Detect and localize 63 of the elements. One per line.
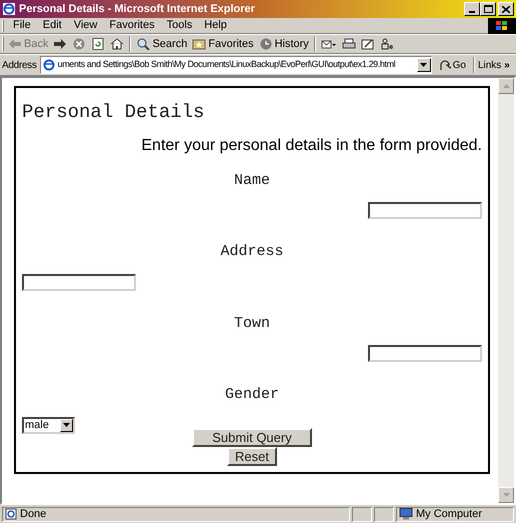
menu-item[interactable]: Favorites: [104, 17, 160, 34]
gender-select[interactable]: male: [22, 416, 75, 434]
caret-icon: [502, 493, 510, 497]
scroll-up-button[interactable]: [498, 78, 514, 94]
dropdown-button[interactable]: [416, 58, 431, 72]
house-button[interactable]: [110, 38, 124, 50]
menu-item[interactable]: File: [8, 17, 36, 34]
menu-item[interactable]: Tools: [162, 17, 198, 34]
back-arrow-icon: [8, 38, 22, 50]
address-field[interactable]: uments and Settings\Bob Smith\My Documents\LinuxBackup\EvoPerl\GUI\output\ex1.29.html: [40, 56, 432, 74]
field-label: Town: [234, 314, 270, 334]
go-button[interactable]: Go: [438, 58, 466, 72]
field-label: Name: [234, 170, 270, 190]
address-label: Address: [2, 58, 37, 72]
page-heading: Personal Details: [22, 100, 206, 125]
people-button[interactable]: [380, 38, 394, 50]
intro-text: Enter your personal details in the form provided.: [141, 136, 482, 156]
star-folder-icon: [192, 38, 206, 50]
text-field[interactable]: [22, 274, 136, 290]
window-title: Personal Details - Microsoft Internet Explorer: [19, 2, 256, 17]
security-zone-text: My Computer: [416, 506, 482, 522]
menu-item[interactable]: View: [68, 17, 102, 34]
caret-icon: [63, 423, 70, 427]
printer-button[interactable]: [342, 38, 356, 50]
pencil-page-button[interactable]: [360, 38, 375, 50]
dropdown-button[interactable]: [60, 418, 73, 432]
address-text: uments and Settings\Bob Smith\My Documents\LinuxBackup\EvoPerl\GUI\output\ex1.29.html: [58, 58, 396, 72]
menu-item[interactable]: Edit: [38, 17, 67, 34]
text-field[interactable]: [368, 202, 482, 219]
windows-logo-icon: [488, 18, 516, 34]
refresh-button[interactable]: [91, 38, 106, 50]
status-pane: [374, 506, 394, 522]
caret-icon: [420, 63, 428, 67]
submit-button[interactable]: Submit Query: [192, 428, 312, 446]
browser-logo-icon: [2, 2, 16, 16]
field-label: Address: [220, 242, 284, 262]
links-button[interactable]: Links: [478, 58, 502, 72]
reset-button[interactable]: Reset: [227, 446, 277, 466]
text-field[interactable]: [368, 345, 482, 362]
maximize-icon: [484, 5, 492, 13]
status-text: Done: [20, 506, 46, 522]
maximize-button[interactable]: [480, 2, 496, 16]
clock-icon: [258, 38, 273, 50]
field-label: Gender: [224, 385, 279, 405]
more-button[interactable]: »: [504, 58, 510, 72]
page-icon: [5, 508, 17, 520]
scroll-down-button[interactable]: [498, 487, 514, 503]
toolbar-button[interactable]: Search: [136, 36, 188, 52]
status-pane: [352, 506, 372, 522]
globe-icon: [42, 58, 56, 72]
toolbar-button[interactable]: History: [258, 36, 309, 52]
menu-item[interactable]: Help: [199, 17, 232, 34]
close-button[interactable]: [498, 2, 514, 16]
minimize-icon: [469, 11, 475, 13]
minimize-button[interactable]: [464, 2, 480, 16]
close-icon: [502, 6, 510, 12]
stop-button[interactable]: [72, 38, 86, 50]
caret-icon: [502, 84, 510, 88]
envelope-button[interactable]: [320, 38, 337, 50]
toolbar-button[interactable]: Favorites: [192, 36, 254, 52]
forward-arrow-button[interactable]: [53, 38, 68, 50]
vertical-scrollbar[interactable]: [498, 78, 514, 503]
magnifier-icon: [136, 38, 150, 50]
